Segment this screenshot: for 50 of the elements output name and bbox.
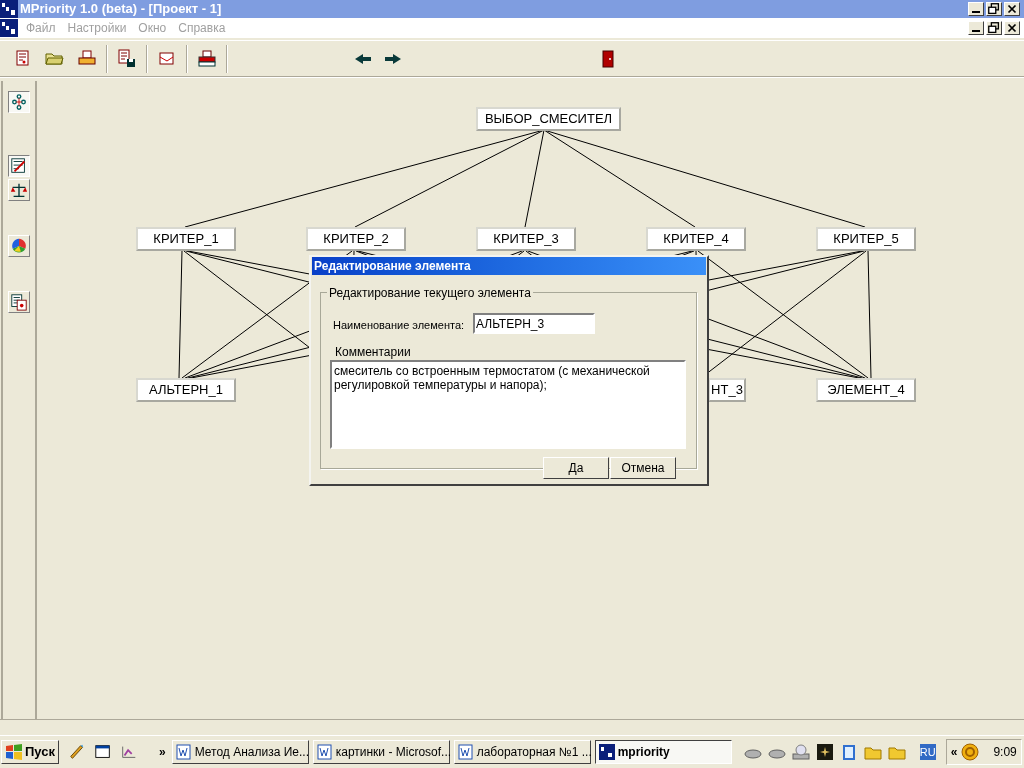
- close-icon: [1005, 21, 1019, 35]
- hierarchy-icon[interactable]: [8, 91, 30, 113]
- comments-field[interactable]: смеситель со встроенным термостатом (с механической регулировкой температуры и напора);: [330, 360, 686, 449]
- name-label: Наименование элемента:: [333, 318, 465, 333]
- close-button[interactable]: [1004, 21, 1020, 35]
- dialog-title: Редактирование элемента: [312, 257, 706, 275]
- restore-button[interactable]: [986, 2, 1002, 16]
- taskbar-button[interactable]: mpriority: [594, 740, 732, 764]
- name-field[interactable]: АЛЬТЕРН_3: [473, 313, 595, 334]
- taskbar-chevron[interactable]: »: [159, 743, 166, 761]
- cd-drive-icon[interactable]: [791, 743, 810, 761]
- window-title: MPriority 1.0 (beta) - [Проект - 1]: [20, 0, 222, 19]
- minimize-icon: [972, 11, 980, 13]
- restore-icon: [987, 21, 1001, 35]
- diagram-node[interactable]: КРИТЕР_4: [646, 227, 746, 251]
- language-indicator[interactable]: RU: [919, 744, 936, 760]
- diagram-node[interactable]: КРИТЕР_3: [476, 227, 576, 251]
- table-edit-icon[interactable]: [8, 155, 30, 177]
- pie-chart-icon[interactable]: [8, 235, 30, 257]
- diagram-node[interactable]: КРИТЕР_1: [136, 227, 236, 251]
- document-icon: [175, 744, 192, 760]
- clock: 9:09: [993, 744, 1017, 761]
- diagram-node[interactable]: ВЫБОР_СМЕСИТЕЛ: [476, 107, 621, 131]
- dialog-button[interactable]: Отмена: [610, 457, 676, 479]
- app-icon: [598, 744, 615, 760]
- diagram-node[interactable]: ЭЛЕМЕНТ_4: [816, 378, 916, 402]
- minimize-icon: [972, 30, 980, 32]
- diagram-node[interactable]: КРИТЕР_5: [816, 227, 916, 251]
- tray-chevron[interactable]: «: [950, 743, 958, 761]
- close-button[interactable]: [1004, 2, 1020, 16]
- restore-icon: [987, 2, 1001, 16]
- minimize-button[interactable]: [968, 21, 984, 35]
- diagram-node[interactable]: АЛЬТЕРН_1: [136, 378, 236, 402]
- dialog-button[interactable]: Да: [543, 457, 609, 479]
- star-badge-icon[interactable]: [815, 743, 834, 761]
- scales-icon[interactable]: [8, 179, 30, 201]
- diagram-node[interactable]: КРИТЕР_2: [306, 227, 406, 251]
- document-icon: [316, 744, 333, 760]
- comments-label: Комментарии: [335, 344, 411, 361]
- taskbar-button[interactable]: Метод Анализа Ие...: [171, 740, 309, 764]
- diagram-node[interactable]: НТ_3: [708, 378, 746, 402]
- minimize-button[interactable]: [968, 2, 984, 16]
- restore-button[interactable]: [986, 21, 1002, 35]
- close-icon: [1005, 2, 1019, 16]
- target-icon[interactable]: [961, 743, 980, 761]
- taskbar-button[interactable]: лабораторная №1 ...: [453, 740, 591, 764]
- report-icon[interactable]: [8, 291, 30, 313]
- document-icon: [457, 744, 474, 760]
- windows-logo-icon: [5, 744, 23, 760]
- start-button[interactable]: Пуск: [1, 740, 59, 764]
